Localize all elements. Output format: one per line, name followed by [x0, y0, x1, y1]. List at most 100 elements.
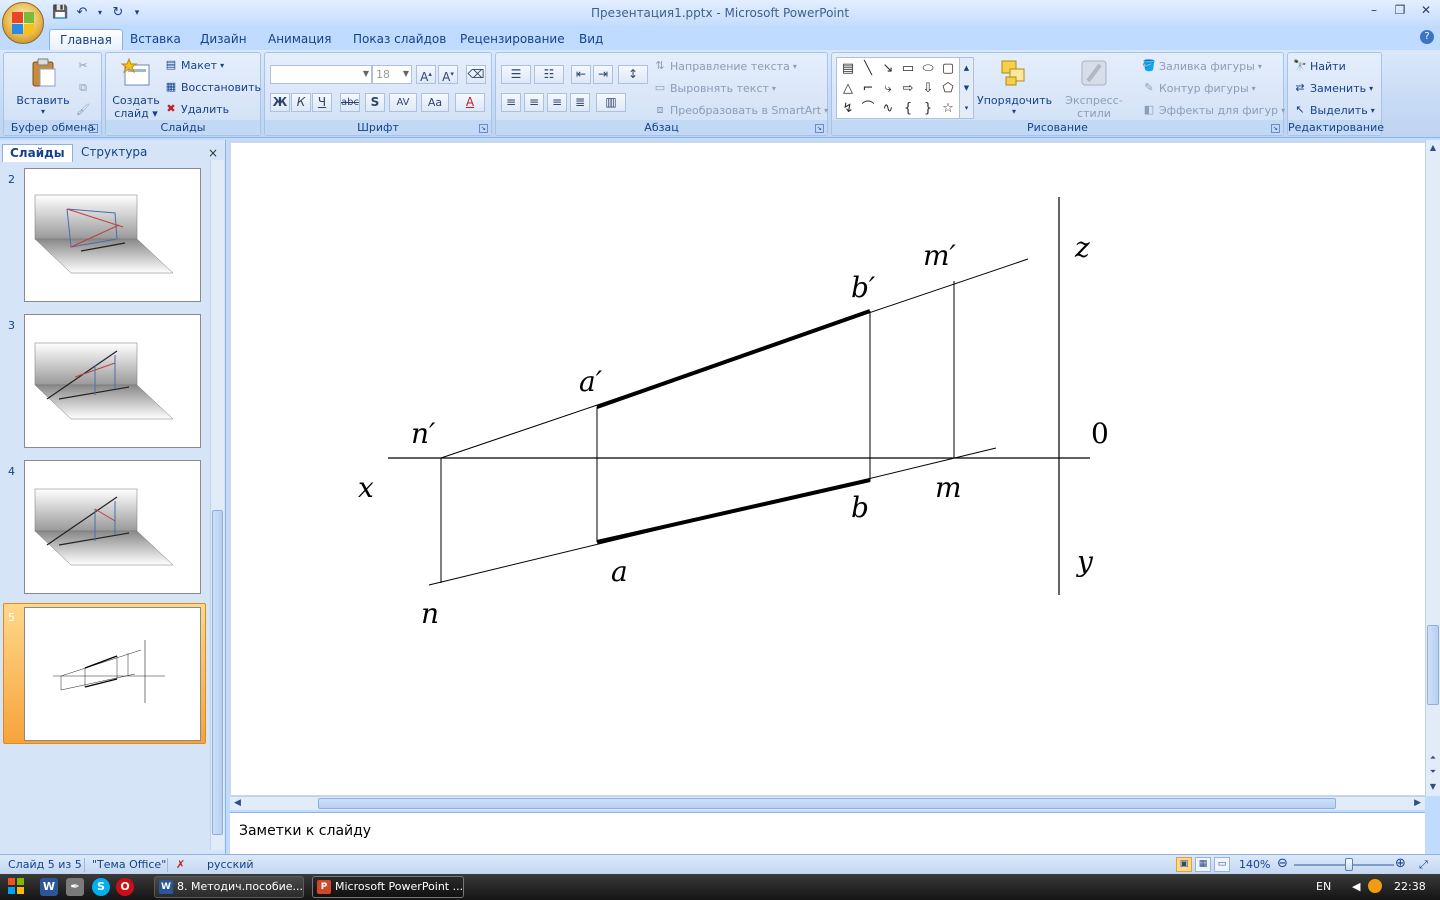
smartart-button[interactable]: ⧈ Преобразовать в SmartArt ▾ [653, 101, 829, 119]
segment-a-prime-b-prime[interactable] [596, 309, 871, 409]
zoom-slider[interactable] [1294, 864, 1394, 866]
font-name-combo[interactable]: ▼ [270, 65, 372, 84]
fit-to-window-icon[interactable]: ⤢ [1419, 858, 1428, 872]
slide-thumbnail-4[interactable] [24, 460, 201, 594]
drawing-launcher-icon[interactable]: ↘ [1271, 124, 1280, 133]
tab-slides-pane[interactable]: Слайды [2, 144, 73, 162]
tab-outline-pane[interactable]: Структура [74, 144, 154, 162]
tray-expand-icon[interactable]: ◀ [1352, 880, 1360, 893]
task-word-document[interactable]: W 8. Методич.пособие... [154, 876, 304, 898]
tab-slideshow[interactable]: Показ слайдов [343, 29, 456, 50]
arrange-button[interactable]: Упорядочить ▾ [977, 57, 1052, 116]
textbox-shape-icon[interactable]: ▤ [839, 60, 857, 78]
justify-icon[interactable]: ≣ [570, 93, 590, 112]
increase-indent-icon[interactable]: ⇥ [593, 65, 613, 84]
cut-icon[interactable]: ✂ [76, 57, 90, 75]
clipboard-launcher-icon[interactable]: ↘ [89, 124, 98, 133]
shapes-gallery[interactable]: ▤ ╲ ↘ ▭ ⬭ ▢ △ ⌐ ⤷ ⇨ ⇩ ⬠ ↯ ⌒ ∿ { } ☆ ▲ ▼ ▾ [836, 57, 974, 119]
office-button[interactable] [2, 2, 44, 44]
vertical-scrollbar[interactable]: ▲ ⏶ ⏷ ▼ [1425, 140, 1440, 796]
font-size-combo[interactable]: 18 ▼ [372, 65, 412, 84]
grow-font-icon[interactable]: A▴ [416, 65, 436, 84]
zoom-slider-knob[interactable] [1345, 858, 1353, 871]
minimize-icon[interactable]: – [1366, 3, 1382, 19]
word-quicklaunch-icon[interactable]: W [40, 878, 58, 896]
scroll-right-icon[interactable]: ▶ [1414, 798, 1421, 808]
skype-quicklaunch-icon[interactable]: S [92, 878, 110, 896]
right-brace-shape-icon[interactable]: } [919, 100, 937, 118]
shrink-font-icon[interactable]: A▾ [438, 65, 458, 84]
input-language[interactable]: EN [1316, 880, 1331, 893]
underline-button[interactable]: Ч [312, 93, 332, 112]
decrease-indent-icon[interactable]: ⇤ [571, 65, 591, 84]
next-slide-icon[interactable]: ⏷ [1427, 766, 1439, 778]
shape-fill-button[interactable]: 🪣 Заливка фигуры ▾ [1142, 57, 1262, 75]
align-text-button[interactable]: ▭ Выровнять текст ▾ [653, 79, 776, 97]
start-button[interactable] [4, 877, 28, 897]
triangle-shape-icon[interactable]: △ [839, 80, 857, 98]
right-arrow-shape-icon[interactable]: ⇨ [899, 80, 917, 98]
curve-shape-icon[interactable]: ⌒ [859, 100, 877, 118]
slide-sorter-icon[interactable]: ▦ [1195, 857, 1211, 872]
close-icon[interactable]: ✕ [1418, 3, 1434, 19]
strikethrough-button[interactable]: abc [340, 93, 360, 112]
find-button[interactable]: 🔭 Найти [1293, 57, 1346, 75]
pentagon-shape-icon[interactable]: ⬠ [939, 80, 957, 98]
text-direction-button[interactable]: ⇅ Направление текста ▾ [653, 57, 796, 75]
elbow-connector-icon[interactable]: ⌐ [859, 80, 877, 98]
bold-button[interactable]: Ж [270, 93, 290, 112]
slide-thumbnail-2[interactable] [24, 168, 201, 302]
help-icon[interactable]: ? [1420, 30, 1434, 44]
format-painter-icon[interactable]: 🖌 [76, 101, 90, 119]
clock[interactable]: 22:38 [1394, 880, 1426, 893]
arrow-line-shape-icon[interactable]: ↘ [879, 60, 897, 78]
copy-icon[interactable]: ⧉ [76, 79, 90, 97]
char-spacing-button[interactable]: AV [389, 93, 417, 112]
zoom-out-icon[interactable]: ⊖ [1277, 856, 1288, 871]
scroll-down-icon[interactable]: ▼ [1427, 781, 1439, 793]
slides-pane-scrollbar[interactable] [210, 160, 224, 850]
new-slide-button[interactable]: Создать слайд ▾ [111, 57, 161, 120]
tab-animation[interactable]: Анимация [258, 29, 341, 50]
normal-view-icon[interactable]: ▣ [1176, 857, 1192, 872]
reset-button[interactable]: ▦ Восстановить [164, 78, 261, 96]
scroll-left-icon[interactable]: ◀ [234, 798, 241, 808]
select-button[interactable]: ↖ Выделить ▾ [1293, 101, 1374, 119]
italic-button[interactable]: К [291, 93, 311, 112]
spellcheck-icon[interactable]: ✗ [176, 858, 185, 871]
rounded-rect-shape-icon[interactable]: ▢ [939, 60, 957, 78]
align-left-icon[interactable]: ≡ [501, 93, 521, 112]
delete-slide-button[interactable]: ✖ Удалить [164, 100, 229, 118]
close-icon[interactable]: × [208, 146, 218, 160]
notes-pane[interactable]: Заметки к слайду [230, 812, 1425, 854]
numbering-icon[interactable]: ☷ [534, 65, 564, 84]
paragraph-launcher-icon[interactable]: ↘ [815, 124, 824, 133]
elbow-arrow-icon[interactable]: ⤷ [879, 80, 897, 98]
tab-review[interactable]: Рецензирование [450, 29, 575, 50]
rectangle-shape-icon[interactable]: ▭ [899, 60, 917, 78]
scrollbar-thumb[interactable] [318, 798, 1336, 809]
oval-shape-icon[interactable]: ⬭ [919, 60, 937, 78]
zoom-level[interactable]: 140% [1239, 858, 1270, 871]
font-color-button[interactable]: A [455, 93, 485, 112]
align-right-icon[interactable]: ≡ [547, 93, 567, 112]
slide-canvas[interactable]: z m′ b′ a′ n′ 0 x m b y a n [231, 143, 1425, 795]
line-spacing-icon[interactable]: ↕ [618, 65, 648, 84]
tab-view[interactable]: Вид [569, 29, 613, 50]
previous-slide-icon[interactable]: ⏶ [1427, 752, 1439, 764]
layout-button[interactable]: ▤ Макет ▾ [164, 56, 224, 74]
scroll-up-icon[interactable]: ▲ [1427, 142, 1439, 154]
slide-thumbnail-3[interactable] [24, 314, 201, 448]
bullets-icon[interactable]: ☰ [501, 65, 531, 84]
shape-effects-button[interactable]: ◧ Эффекты для фигур ▾ [1142, 101, 1285, 119]
left-brace-shape-icon[interactable]: { [899, 100, 917, 118]
align-center-icon[interactable]: ≡ [524, 93, 544, 112]
quick-styles-button[interactable]: Экспресс-стили ▾ [1052, 57, 1136, 129]
tab-design[interactable]: Дизайн [190, 29, 257, 50]
segment-a-b[interactable] [596, 478, 871, 544]
opera-quicklaunch-icon[interactable]: O [116, 878, 134, 896]
tray-app-icon[interactable] [1368, 879, 1382, 893]
replace-button[interactable]: ⇄ Заменить ▾ [1293, 79, 1373, 97]
scrollbar-thumb[interactable] [1427, 625, 1439, 705]
gallery-scroll-icon[interactable]: ▲ ▼ ▾ [959, 58, 973, 118]
